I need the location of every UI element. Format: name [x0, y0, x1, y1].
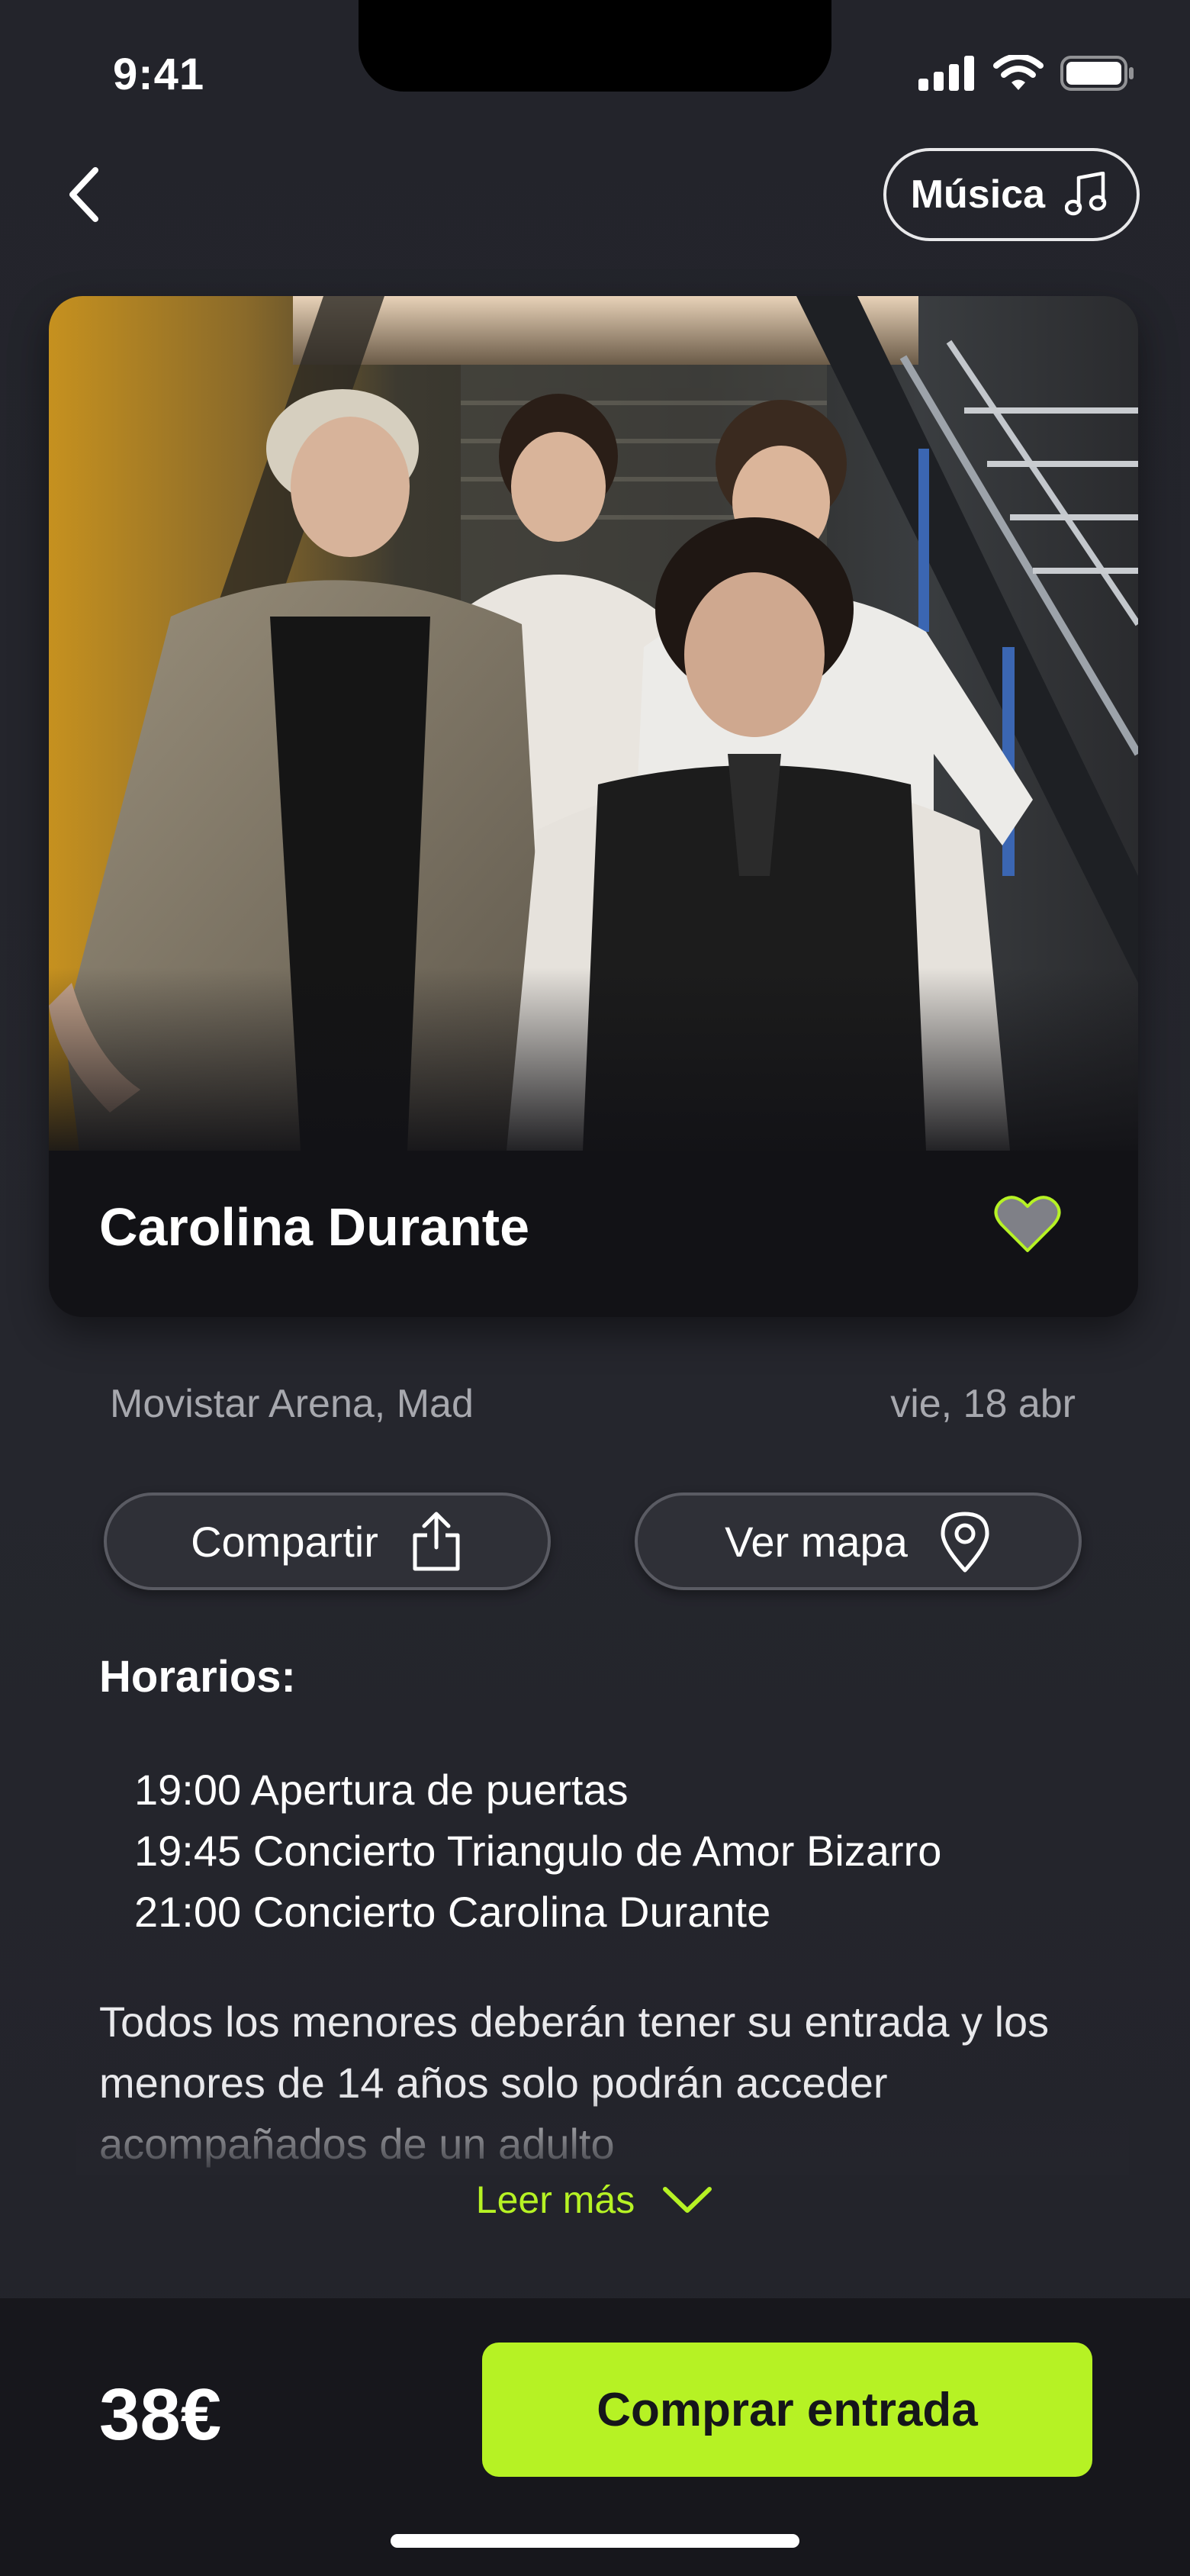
map-label: Ver mapa — [725, 1517, 908, 1566]
home-indicator[interactable] — [391, 2534, 799, 2548]
buy-ticket-button[interactable]: Comprar entrada — [482, 2343, 1092, 2477]
wifi-icon — [993, 55, 1044, 90]
event-date: vie, 18 abr — [890, 1382, 1076, 1426]
read-more-button[interactable]: Leer más — [0, 2178, 1190, 2222]
share-label: Compartir — [191, 1517, 378, 1566]
status-bar: 9:41 — [0, 0, 1190, 153]
device-notch — [359, 0, 831, 92]
status-time: 9:41 — [113, 50, 205, 99]
read-more-label: Leer más — [475, 2178, 635, 2221]
event-venue: Movistar Arena, Mad — [110, 1382, 474, 1426]
event-card[interactable]: Carolina Durante — [49, 296, 1138, 1317]
category-label: Música — [910, 172, 1045, 217]
schedule-item: 19:00 Apertura de puertas — [134, 1766, 629, 1814]
cellular-signal-icon — [918, 56, 974, 91]
share-icon — [413, 1512, 460, 1571]
chevron-down-icon — [663, 2187, 712, 2213]
buy-ticket-label: Comprar entrada — [597, 2383, 978, 2436]
chevron-left-icon — [69, 167, 98, 222]
photo-gradient-overlay — [49, 968, 1138, 1166]
category-pill[interactable]: Música — [883, 148, 1140, 241]
map-pin-icon — [941, 1512, 989, 1573]
schedule-item: 19:45 Concierto Triangulo de Amor Bizarr… — [134, 1827, 942, 1875]
schedule-title: Horarios: — [99, 1652, 296, 1702]
status-icons — [918, 55, 1135, 92]
event-description: Todos los menores deberán tener su entra… — [99, 1998, 1050, 2168]
schedule-item: 21:00 Concierto Carolina Durante — [134, 1888, 771, 1936]
event-title: Carolina Durante — [99, 1197, 529, 1257]
favorite-button[interactable] — [986, 1183, 1069, 1267]
battery-icon — [1060, 56, 1134, 91]
back-button[interactable] — [53, 160, 114, 229]
share-button[interactable]: Compartir — [104, 1492, 551, 1590]
heart-icon — [994, 1196, 1061, 1252]
schedule-list: 19:00 Apertura de puertas 19:45 Conciert… — [134, 1760, 941, 1943]
map-button[interactable]: Ver mapa — [635, 1492, 1082, 1590]
music-note-icon — [1065, 172, 1107, 216]
ticket-price: 38€ — [99, 2374, 222, 2455]
